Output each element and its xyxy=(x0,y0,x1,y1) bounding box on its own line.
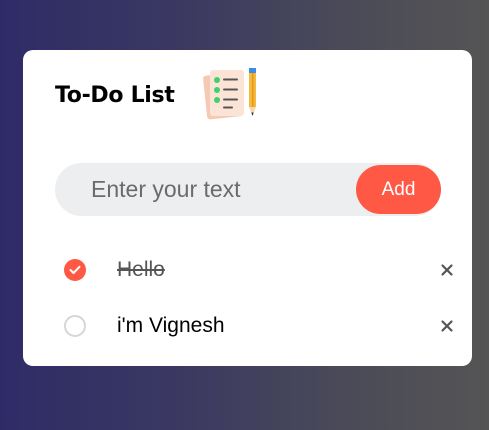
task-text: i'm Vignesh xyxy=(117,314,225,337)
task-text: Hello xyxy=(117,258,165,281)
unchecked-checkbox[interactable] xyxy=(64,315,86,337)
add-button[interactable]: Add xyxy=(356,165,441,214)
task-input[interactable] xyxy=(91,163,341,216)
checked-checkbox[interactable] xyxy=(64,259,86,281)
list-item[interactable]: Hello xyxy=(64,255,454,285)
todo-card: To-Do List Add xyxy=(23,50,472,366)
header: To-Do List xyxy=(55,68,263,122)
checklist-pencil-icon xyxy=(202,68,256,120)
checkmark-icon xyxy=(69,265,81,274)
list-item[interactable]: i'm Vignesh xyxy=(64,311,454,341)
task-input-row: Add xyxy=(55,163,441,216)
close-icon[interactable] xyxy=(440,263,454,277)
close-icon[interactable] xyxy=(440,319,454,333)
page-title: To-Do List xyxy=(55,82,175,108)
